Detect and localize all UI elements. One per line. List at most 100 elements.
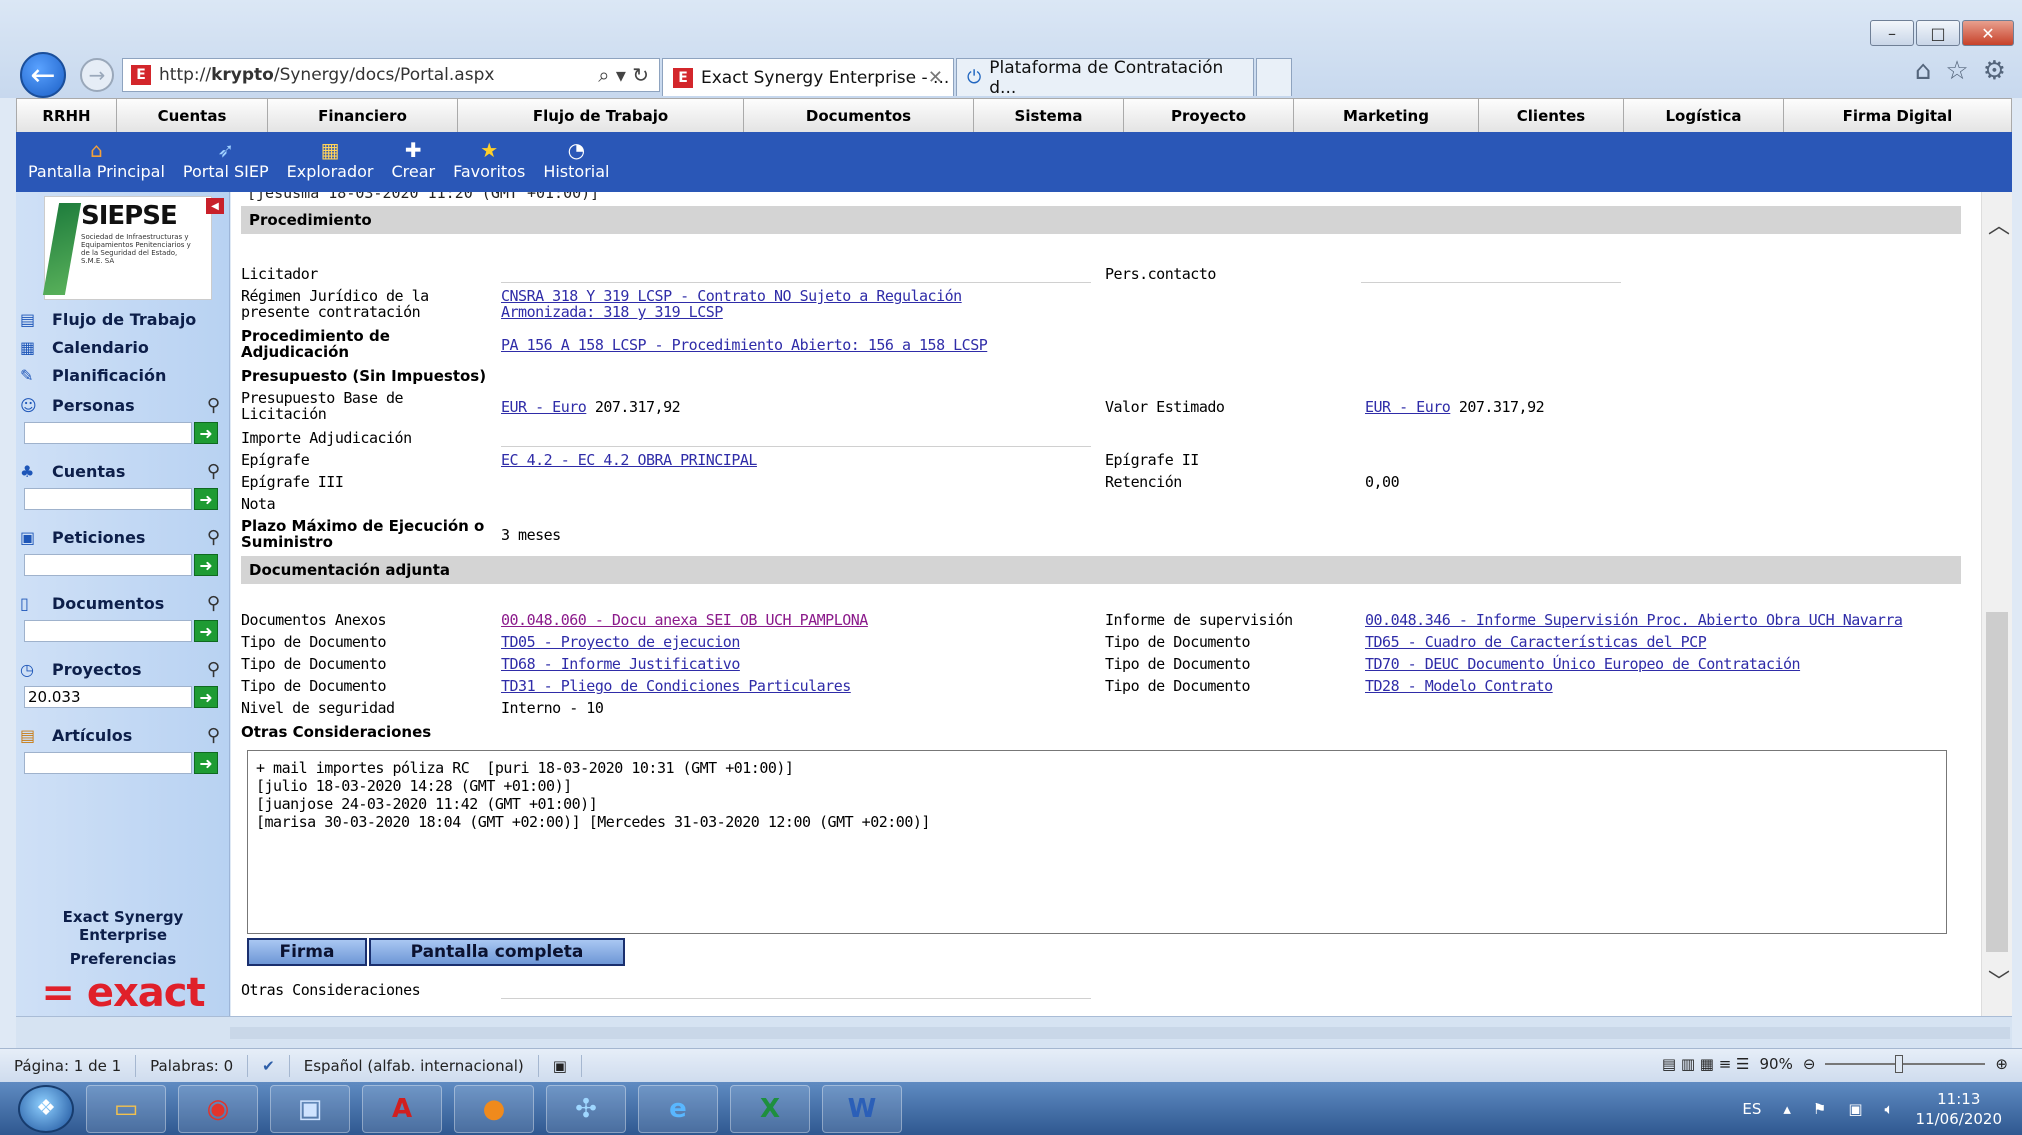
peticiones-search-input[interactable] (24, 554, 192, 576)
articulos-go-button[interactable]: ➜ (194, 752, 218, 774)
volume-icon[interactable]: 🔈︎ (1885, 1100, 1894, 1118)
minimize-button[interactable]: – (1870, 20, 1914, 46)
sidebar-item-flujo-de-trabajo[interactable]: ▤ Flujo de Trabajo (20, 306, 226, 332)
sidebar-item-calendario[interactable]: ▦ Calendario (20, 334, 226, 360)
settings-gear-icon[interactable]: ⚙ (1983, 56, 2006, 86)
link-text[interactable]: PA 156 A 158 LCSP - Procedimiento Abiert… (501, 336, 988, 354)
menu-flujo-de-trabajo[interactable]: Flujo de Trabajo (458, 99, 744, 133)
pantalla-completa-button[interactable]: Pantalla completa (369, 938, 625, 966)
language-indicator[interactable]: ES (1742, 1100, 1761, 1118)
personas-search-input[interactable] (24, 422, 192, 444)
horizontal-scrollbar[interactable] (16, 1016, 2012, 1048)
footer-preferencias[interactable]: Preferencias (16, 950, 230, 968)
search-icon[interactable]: ⚲ (207, 461, 220, 482)
articulos-search-input[interactable] (24, 752, 192, 774)
home-icon[interactable]: ⌂ (1915, 56, 1932, 86)
status-page[interactable]: Página: 1 de 1 (0, 1054, 137, 1077)
menu-rrhh[interactable]: RRHH (17, 99, 117, 133)
zoom-slider[interactable] (1825, 1055, 1986, 1073)
personas-go-button[interactable]: ➜ (194, 422, 218, 444)
zoom-in-icon[interactable]: ⊕ (1995, 1055, 2008, 1073)
sidebar-item-peticiones[interactable]: ▣ Peticiones ⚲ (20, 524, 226, 550)
link-line[interactable]: Armonizada: 318 y 319 LCSP (501, 303, 723, 321)
otras-consideraciones-textarea[interactable]: + mail importes póliza RC [puri 18-03-20… (247, 750, 1947, 934)
tool-historial[interactable]: ◔ Historial (543, 132, 609, 192)
search-icon[interactable]: ⚲ (207, 659, 220, 680)
menu-proyecto[interactable]: Proyecto (1124, 99, 1294, 133)
tipo-documento-link[interactable]: TD31 - Pliego de Condiciones Particulare… (501, 678, 851, 694)
documentos-search-input[interactable] (24, 620, 192, 642)
vertical-scrollbar[interactable]: ︿ ﹀ (1981, 192, 2012, 1016)
view-layout-icons[interactable]: ▤ ▥ ▦ ≡ ☰ (1662, 1055, 1750, 1073)
tipo-documento-link[interactable]: TD05 - Proyecto de ejecucion (501, 634, 740, 650)
scroll-thumb[interactable] (1986, 612, 2008, 952)
remote-desktop-icon[interactable]: ▣ (270, 1084, 350, 1133)
chrome-icon[interactable]: ◉ (178, 1084, 258, 1133)
file-explorer-icon[interactable]: ▭ (86, 1084, 166, 1133)
back-button[interactable]: ← (20, 52, 66, 98)
address-bar[interactable]: E http://krypto/Synergy/docs/Portal.aspx… (122, 58, 660, 92)
tool-crear[interactable]: ✚ Crear (391, 132, 435, 192)
search-icon[interactable]: ⚲ (207, 593, 220, 614)
tool-explorador[interactable]: ▦ Explorador (287, 132, 374, 192)
documentos-anexos-link[interactable]: 00.048.060 - Docu anexa SEI OB UCH PAMPL… (501, 612, 868, 628)
sidebar-item-documentos[interactable]: ▯ Documentos ⚲ (20, 590, 226, 616)
favorites-star-icon[interactable]: ☆ (1945, 56, 1968, 86)
close-tab-icon[interactable]: ✕ (928, 67, 943, 88)
sidebar-item-cuentas[interactable]: ♣ Cuentas ⚲ (20, 458, 226, 484)
sidebar-item-planificacion[interactable]: ✎ Planificación (20, 362, 226, 388)
tipo-documento-link[interactable]: TD28 - Modelo Contrato (1365, 678, 1553, 694)
menu-cuentas[interactable]: Cuentas (117, 99, 268, 133)
link-text[interactable]: 00.048.060 - Docu anexa SEI OB UCH PAMPL… (501, 611, 868, 629)
regimen-juridico-link[interactable]: CNSRA 318 Y 319 LCSP - Contrato NO Sujet… (501, 288, 962, 320)
proyectos-search-input[interactable]: 20.033 (24, 686, 192, 708)
excel-icon[interactable]: X (730, 1084, 810, 1133)
search-icon[interactable]: ⚲ (207, 395, 220, 416)
network-icon[interactable]: ▣ (1848, 1100, 1862, 1118)
menu-logistica[interactable]: Logística (1624, 99, 1784, 133)
address-search-icon[interactable]: ⌕ ▾ ↻ (598, 63, 649, 87)
flag-icon[interactable]: ⚑ (1813, 1100, 1826, 1118)
tool-favoritos[interactable]: ★ Favoritos (453, 132, 525, 192)
clock[interactable]: 11:13 11/06/2020 (1916, 1089, 2002, 1129)
tool-portal-siep[interactable]: ➶ Portal SIEP (183, 132, 269, 192)
search-icon[interactable]: ⚲ (207, 725, 220, 746)
zoom-level[interactable]: 90% (1760, 1055, 1793, 1073)
peticiones-go-button[interactable]: ➜ (194, 554, 218, 576)
firefox-icon[interactable]: ● (454, 1084, 534, 1133)
start-button[interactable]: ❖ (18, 1084, 74, 1133)
menu-documentos[interactable]: Documentos (744, 99, 974, 133)
new-tab-button[interactable] (1256, 58, 1292, 96)
acrobat-icon[interactable]: A (362, 1084, 442, 1133)
forward-button[interactable]: → (80, 58, 114, 92)
proyectos-go-button[interactable]: ➜ (194, 686, 218, 708)
tool-pantalla-principal[interactable]: ⌂ Pantalla Principal (28, 132, 165, 192)
menu-marketing[interactable]: Marketing (1294, 99, 1479, 133)
link-text[interactable]: EC 4.2 - EC 4.2 OBRA PRINCIPAL (501, 451, 757, 469)
link-text[interactable]: TD05 - Proyecto de ejecucion (501, 633, 740, 651)
sidebar-item-proyectos[interactable]: ◷ Proyectos ⚲ (20, 656, 226, 682)
status-language[interactable]: Español (alfab. internacional) (290, 1054, 539, 1077)
tipo-documento-link[interactable]: TD68 - Informe Justificativo (501, 656, 740, 672)
spellcheck-icon[interactable]: ✔ (248, 1054, 290, 1077)
epigrafe-link[interactable]: EC 4.2 - EC 4.2 OBRA PRINCIPAL (501, 452, 757, 468)
link-text[interactable]: TD65 - Cuadro de Características del PCP (1365, 633, 1707, 651)
cuentas-go-button[interactable]: ➜ (194, 488, 218, 510)
zoom-out-icon[interactable]: ⊖ (1803, 1055, 1816, 1073)
macro-icon[interactable]: ▣ (539, 1054, 582, 1077)
currency-link[interactable]: EUR - Euro (1365, 398, 1451, 416)
tipo-documento-link[interactable]: TD70 - DEUC Documento Único Europeo de C… (1365, 655, 1801, 673)
link-text[interactable]: 00.048.346 - Informe Supervisión Proc. A… (1365, 611, 1903, 629)
link-text[interactable]: TD31 - Pliego de Condiciones Particulare… (501, 677, 851, 695)
sidebar-item-personas[interactable]: ☺ Personas ⚲ (20, 392, 226, 418)
collapse-sidebar-button[interactable]: ◀ (206, 198, 224, 214)
tray-expand-icon[interactable]: ▴ (1783, 1100, 1791, 1118)
link-text[interactable]: TD70 - DEUC Documento Único Europeo de C… (1365, 655, 1801, 673)
procedimiento-adjudicacion-link[interactable]: PA 156 A 158 LCSP - Procedimiento Abiert… (501, 336, 988, 354)
maximize-button[interactable]: □ (1916, 20, 1960, 46)
scroll-up-icon[interactable]: ︿ (1988, 208, 2010, 240)
word-icon[interactable]: W (822, 1084, 902, 1133)
currency-link[interactable]: EUR - Euro (501, 398, 587, 416)
firma-button[interactable]: Firma (247, 938, 367, 966)
status-words[interactable]: Palabras: 0 (136, 1054, 249, 1077)
